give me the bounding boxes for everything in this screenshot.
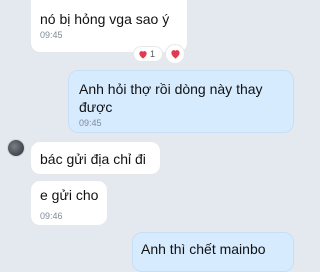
message-text: nó bị hỏng vga sao ý <box>40 11 170 27</box>
message-bubble-outgoing[interactable]: Anh thì chết mainbo <box>132 232 294 272</box>
message-text: e gửi cho <box>40 187 99 203</box>
message-bubble-outgoing[interactable]: Anh hỏi thợ rồi dòng này thay được 09:45 <box>68 70 294 133</box>
avatar[interactable] <box>8 140 24 156</box>
message-time: 09:46 <box>40 211 63 221</box>
message-bubble-incoming[interactable]: nó bị hỏng vga sao ý 09:45 <box>30 0 188 53</box>
message-time: 09:45 <box>79 118 102 128</box>
message-bubble-incoming[interactable]: bác gửi địa chỉ đi <box>30 141 161 175</box>
heart-icon <box>170 49 181 59</box>
message-bubble-incoming[interactable]: e gửi cho 09:46 <box>30 180 108 226</box>
message-text: Anh hỏi thợ rồi dòng này thay được <box>79 81 263 115</box>
message-text: bác gửi địa chỉ đi <box>40 151 146 167</box>
heart-icon <box>138 50 148 59</box>
reaction-heart-count[interactable]: 1 <box>134 47 162 61</box>
message-time: 09:45 <box>40 30 63 40</box>
message-text: Anh thì chết mainbo <box>141 241 266 257</box>
reaction-count: 1 <box>150 49 156 59</box>
react-heart-button[interactable] <box>166 45 184 63</box>
chat-thread: nó bị hỏng vga sao ý 09:45 1 Anh hỏi thợ… <box>0 0 300 272</box>
